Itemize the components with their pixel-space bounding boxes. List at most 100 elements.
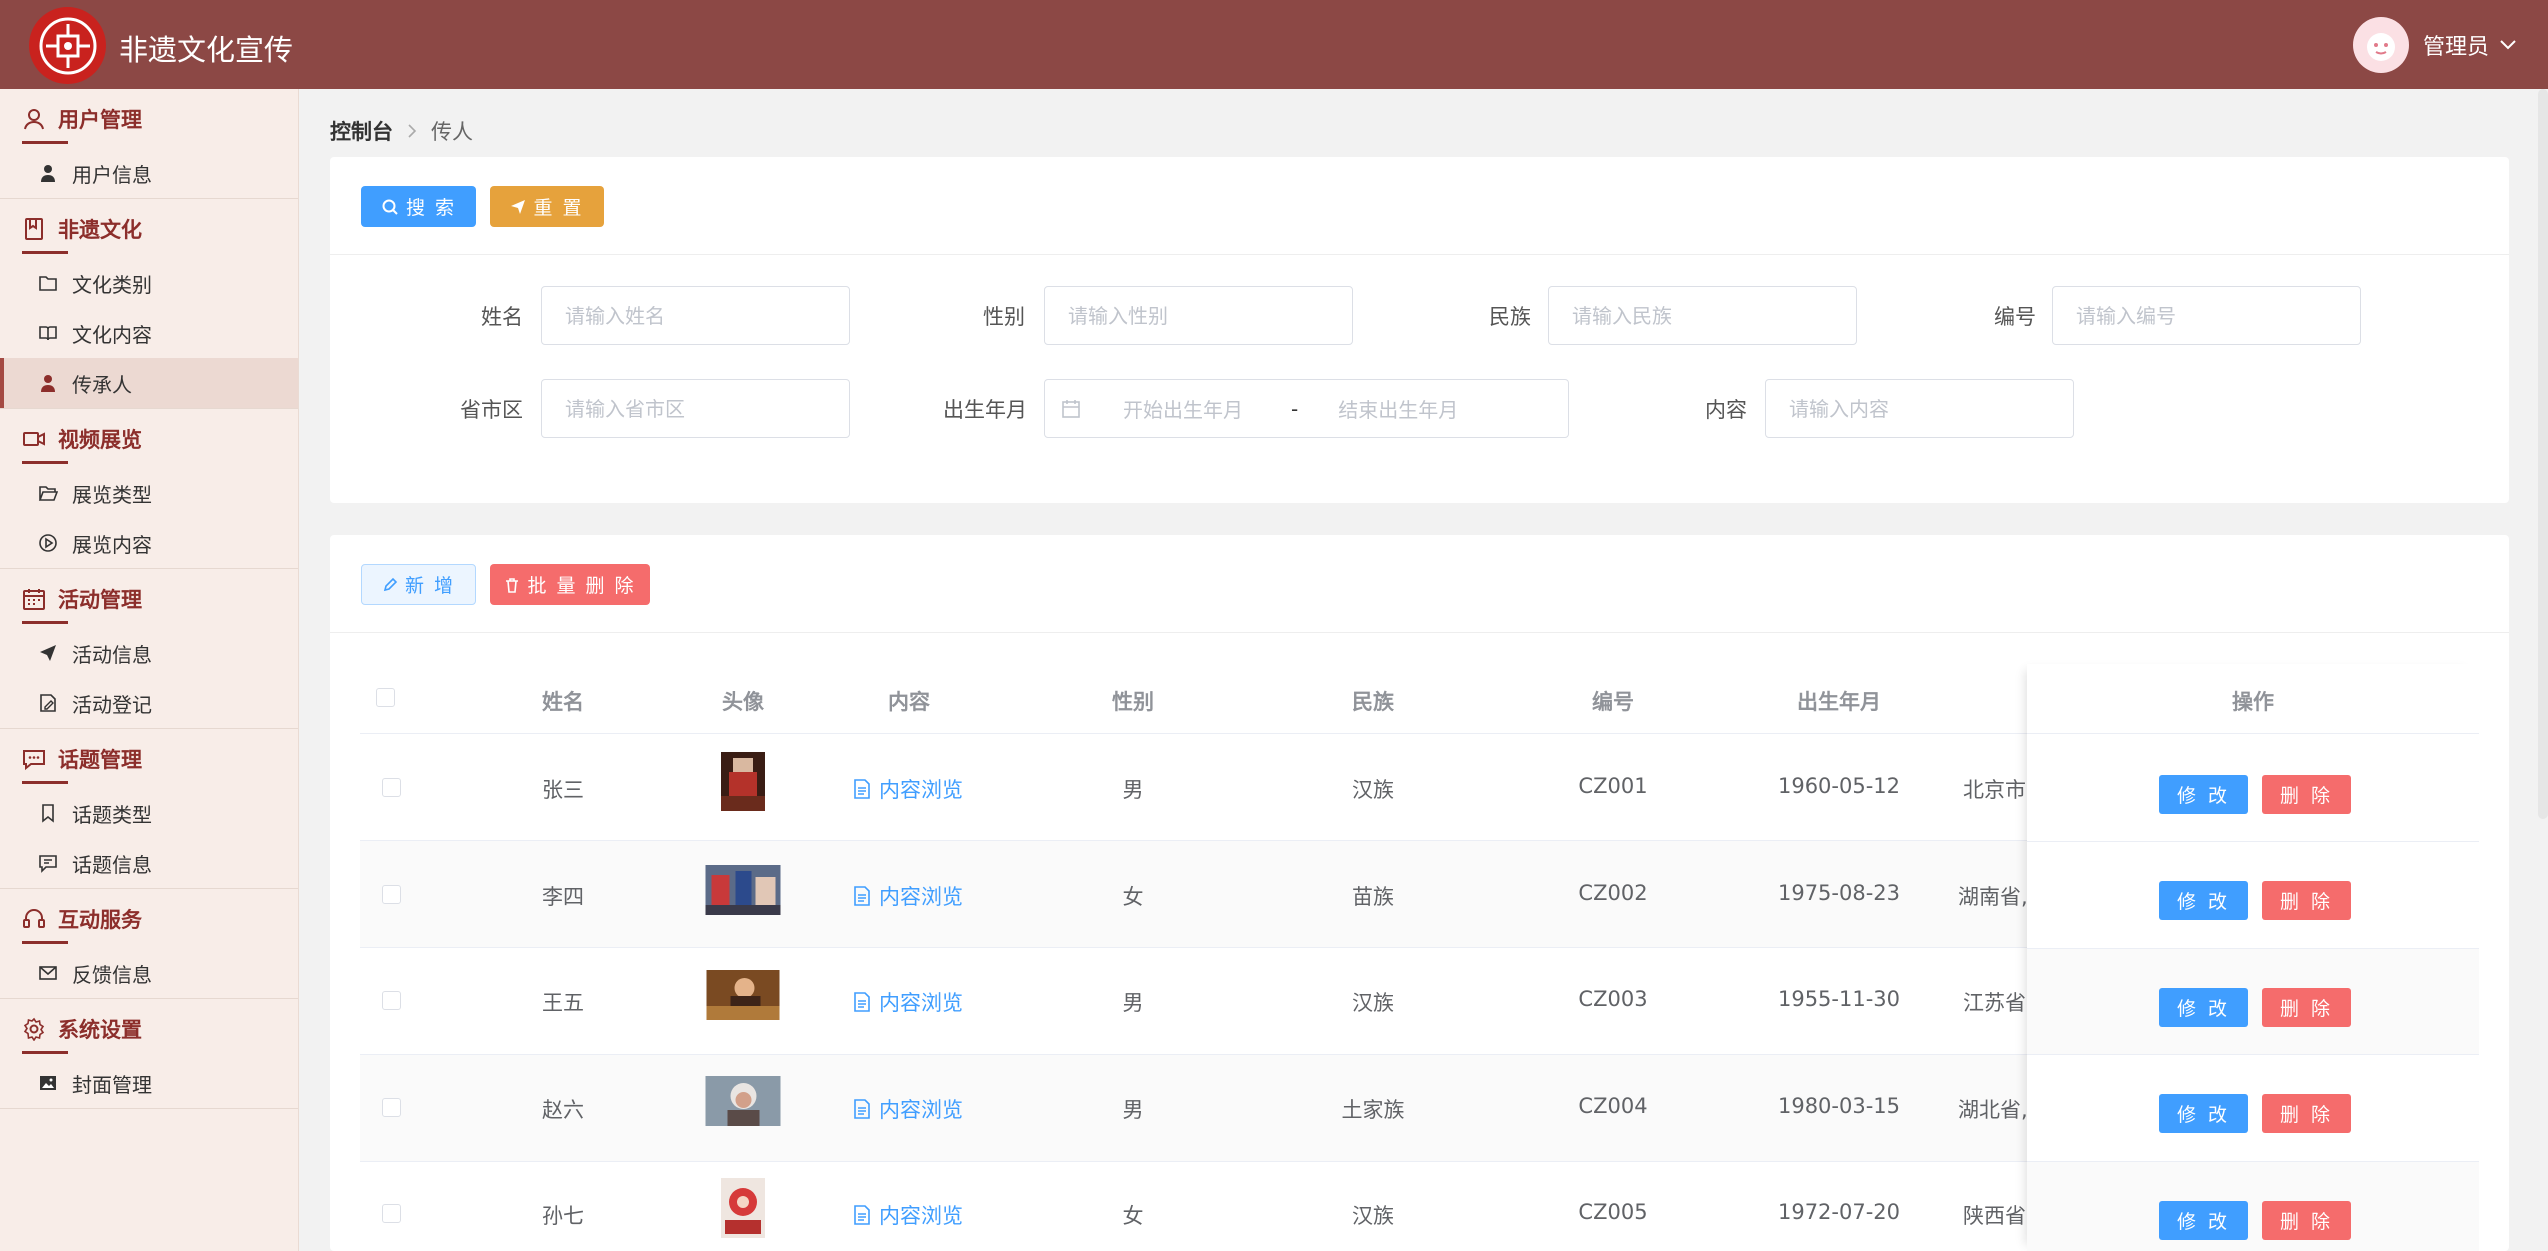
delete-button[interactable]: 删 除 xyxy=(2262,1201,2351,1240)
mail-icon xyxy=(39,966,57,980)
gender-label: 性别 xyxy=(983,305,1025,329)
cell-name: 张三 xyxy=(542,778,584,802)
name-label: 姓名 xyxy=(481,305,523,329)
cell-gender: 男 xyxy=(1122,778,1144,802)
sidebar-item-cover[interactable]: 封面管理 xyxy=(0,1058,298,1108)
add-button[interactable]: 新 增 xyxy=(361,564,476,605)
video-icon xyxy=(23,431,45,446)
column-header-name[interactable]: 姓名 xyxy=(542,686,584,716)
birth-start-input[interactable]: 开始出生年月 xyxy=(1123,394,1283,423)
column-header-ethnic[interactable]: 民族 xyxy=(1352,686,1394,716)
row-checkbox[interactable] xyxy=(382,885,401,904)
sidebar-item-topic-type[interactable]: 话题类型 xyxy=(0,788,298,838)
sidebar-group-video: 视频展览 展览类型 展览内容 xyxy=(0,409,298,569)
region-label: 省市区 xyxy=(460,398,523,422)
edit-button[interactable]: 修 改 xyxy=(2159,1201,2248,1240)
column-header-gender[interactable]: 性别 xyxy=(1112,686,1154,716)
user-menu[interactable]: 管理员 xyxy=(2352,17,2517,73)
ethnic-input[interactable] xyxy=(1548,286,1857,345)
birth-end-input[interactable]: 结束出生年月 xyxy=(1338,394,1458,423)
column-header-avatar: 头像 xyxy=(722,690,764,714)
row-stripe xyxy=(2027,948,2479,1055)
sidebar-group-header[interactable]: 互动服务 xyxy=(0,889,298,948)
delete-button[interactable]: 删 除 xyxy=(2262,881,2351,920)
group-underline xyxy=(22,461,68,464)
cell-gender: 女 xyxy=(1122,885,1144,909)
sidebar-item-topic-info[interactable]: 话题信息 xyxy=(0,838,298,888)
code-input[interactable] xyxy=(2052,286,2361,345)
content-view-label: 内容浏览 xyxy=(879,1204,963,1228)
avatar-thumbnail[interactable] xyxy=(705,1076,781,1126)
send-icon xyxy=(40,645,56,661)
content-view-link[interactable]: 内容浏览 xyxy=(853,774,963,804)
edit-button[interactable]: 修 改 xyxy=(2159,881,2248,920)
edit-doc-icon xyxy=(40,694,56,712)
sidebar-item-feedback[interactable]: 反馈信息 xyxy=(0,948,298,998)
edit-button[interactable]: 修 改 xyxy=(2159,988,2248,1027)
birth-label: 出生年月 xyxy=(943,398,1027,422)
batch-delete-button[interactable]: 批 量 删 除 xyxy=(490,564,650,605)
code-label: 编号 xyxy=(1994,305,2036,329)
name-input[interactable] xyxy=(541,286,850,345)
edit-button[interactable]: 修 改 xyxy=(2159,775,2248,814)
sidebar-item-culture-content[interactable]: 文化内容 xyxy=(0,308,298,358)
sidebar-item-inheritor[interactable]: 传承人 xyxy=(0,358,298,408)
delete-button[interactable]: 删 除 xyxy=(2262,1094,2351,1133)
open-book-icon xyxy=(39,326,57,341)
content-view-link[interactable]: 内容浏览 xyxy=(853,1094,963,1124)
delete-button[interactable]: 删 除 xyxy=(2262,775,2351,814)
row-checkbox[interactable] xyxy=(382,1204,401,1223)
book-icon xyxy=(25,217,43,240)
sidebar-group-label: 系统设置 xyxy=(58,1017,142,1042)
header-divider xyxy=(2027,733,2479,734)
avatar-thumbnail[interactable] xyxy=(721,752,765,811)
row-checkbox[interactable] xyxy=(382,778,401,797)
row-checkbox[interactable] xyxy=(382,991,401,1010)
breadcrumb-home[interactable]: 控制台 xyxy=(330,116,393,146)
chevron-down-icon[interactable] xyxy=(2499,39,2517,51)
edit-button[interactable]: 修 改 xyxy=(2159,1094,2248,1133)
column-header-actions: 操作 xyxy=(2232,690,2274,714)
content-view-link[interactable]: 内容浏览 xyxy=(853,987,963,1017)
sidebar-item-culture-category[interactable]: 文化类别 xyxy=(0,258,298,308)
sidebar-item-activity-register[interactable]: 活动登记 xyxy=(0,678,298,728)
sidebar-group-header[interactable]: 用户管理 xyxy=(0,89,298,148)
bookmark-icon xyxy=(42,804,54,823)
app-logo[interactable] xyxy=(29,7,106,84)
cell-region: 陕西省, xyxy=(1963,1204,2033,1228)
column-header-code[interactable]: 编号 xyxy=(1592,686,1634,716)
cell-code: CZ001 xyxy=(1578,774,1648,798)
sidebar-item-user-info[interactable]: 用户信息 xyxy=(0,148,298,198)
avatar[interactable] xyxy=(2352,17,2409,73)
content-input[interactable] xyxy=(1765,379,2074,438)
app-title: 非遗文化宣传 xyxy=(119,33,294,67)
page-scrollbar[interactable] xyxy=(2538,89,2548,819)
search-button[interactable]: 搜 索 xyxy=(361,186,476,227)
content-view-link[interactable]: 内容浏览 xyxy=(853,1200,963,1230)
content-view-link[interactable]: 内容浏览 xyxy=(853,881,963,911)
gender-input[interactable] xyxy=(1044,286,1353,345)
avatar-thumbnail[interactable] xyxy=(706,970,780,1020)
row-checkbox[interactable] xyxy=(382,1098,401,1117)
user-name[interactable]: 管理员 xyxy=(2423,29,2489,61)
birth-date-range[interactable]: 开始出生年月 - 结束出生年月 xyxy=(1044,379,1569,438)
reset-button[interactable]: 重 置 xyxy=(490,186,604,227)
avatar-thumbnail[interactable] xyxy=(705,865,781,915)
sidebar-group-header[interactable]: 话题管理 xyxy=(0,729,298,788)
sidebar-item-exhibit-content[interactable]: 展览内容 xyxy=(0,518,298,568)
sidebar-group-header[interactable]: 系统设置 xyxy=(0,999,298,1058)
column-header-birth[interactable]: 出生年月 xyxy=(1797,686,1881,716)
sidebar-group-header[interactable]: 视频展览 xyxy=(0,409,298,468)
search-icon xyxy=(382,199,398,215)
sidebar-item-exhibit-type[interactable]: 展览类型 xyxy=(0,468,298,518)
cell-gender: 女 xyxy=(1122,1204,1144,1228)
sidebar-item-activity-info[interactable]: 活动信息 xyxy=(0,628,298,678)
sidebar-item-label: 话题类型 xyxy=(72,802,152,827)
sidebar-group-header[interactable]: 活动管理 xyxy=(0,569,298,628)
avatar-thumbnail[interactable] xyxy=(721,1178,765,1238)
select-all-checkbox[interactable] xyxy=(376,688,395,707)
sidebar-group-header[interactable]: 非遗文化 xyxy=(0,199,298,258)
row-divider xyxy=(2027,841,2479,842)
region-input[interactable] xyxy=(541,379,850,438)
delete-button[interactable]: 删 除 xyxy=(2262,988,2351,1027)
